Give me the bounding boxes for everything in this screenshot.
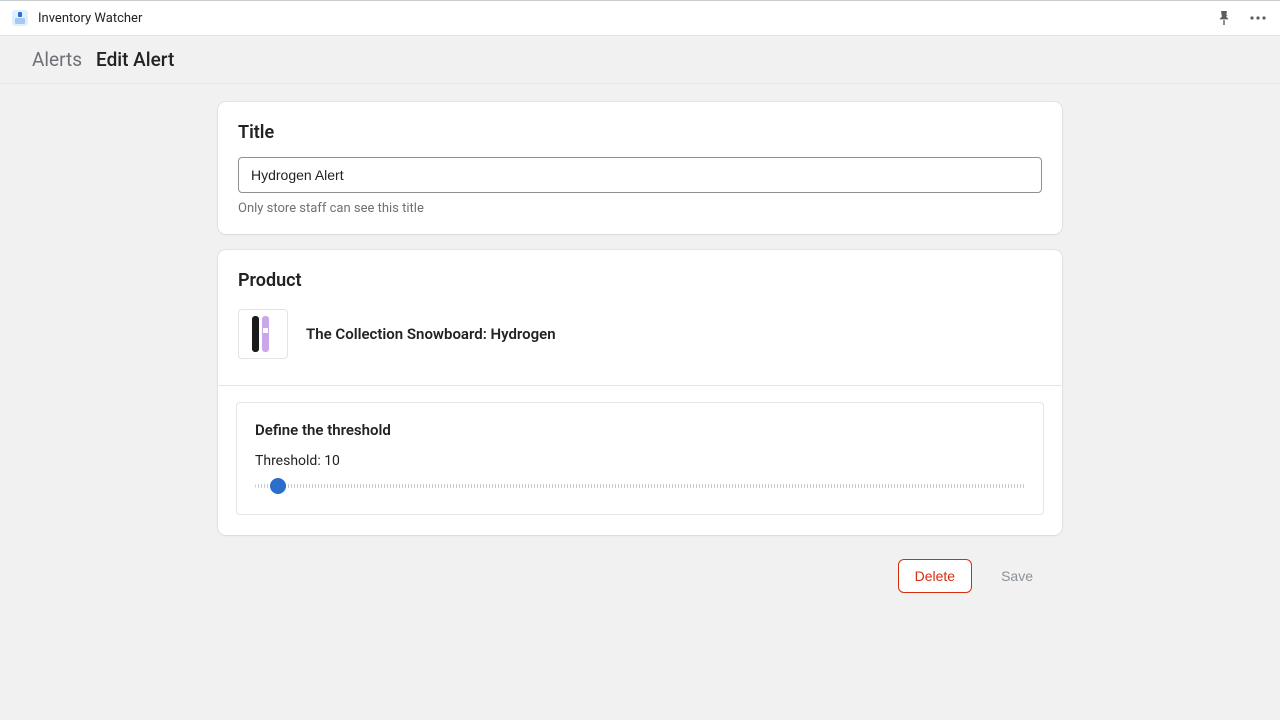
divider bbox=[218, 385, 1062, 386]
actions-row: Delete Save bbox=[218, 551, 1062, 593]
breadcrumb: Alerts Edit Alert bbox=[0, 36, 1280, 84]
title-card: Title Only store staff can see this titl… bbox=[218, 102, 1062, 234]
product-thumbnail bbox=[238, 309, 288, 359]
product-heading: Product bbox=[238, 270, 1042, 291]
threshold-box: Define the threshold Threshold: 10 bbox=[236, 402, 1044, 515]
topbar: Inventory Watcher bbox=[0, 0, 1280, 36]
product-card: Product The Collection Snowboard: Hydrog… bbox=[218, 250, 1062, 535]
breadcrumb-current: Edit Alert bbox=[96, 48, 174, 71]
title-heading: Title bbox=[238, 122, 1042, 143]
save-button[interactable]: Save bbox=[984, 559, 1050, 593]
topbar-left: Inventory Watcher bbox=[12, 10, 142, 26]
delete-button[interactable]: Delete bbox=[898, 559, 972, 593]
content: Title Only store staff can see this titl… bbox=[0, 84, 1280, 593]
app-icon bbox=[12, 10, 28, 26]
threshold-label: Threshold: 10 bbox=[255, 453, 1025, 469]
more-icon[interactable] bbox=[1248, 8, 1268, 28]
threshold-slider[interactable] bbox=[255, 484, 1025, 488]
title-help-text: Only store staff can see this title bbox=[238, 201, 1042, 216]
product-row: The Collection Snowboard: Hydrogen bbox=[238, 305, 1042, 369]
app-title: Inventory Watcher bbox=[38, 11, 142, 26]
product-name: The Collection Snowboard: Hydrogen bbox=[306, 325, 556, 343]
topbar-right bbox=[1214, 8, 1268, 28]
title-input[interactable] bbox=[238, 157, 1042, 193]
threshold-heading: Define the threshold bbox=[255, 421, 1025, 439]
pin-icon[interactable] bbox=[1214, 8, 1234, 28]
breadcrumb-root[interactable]: Alerts bbox=[32, 48, 82, 71]
